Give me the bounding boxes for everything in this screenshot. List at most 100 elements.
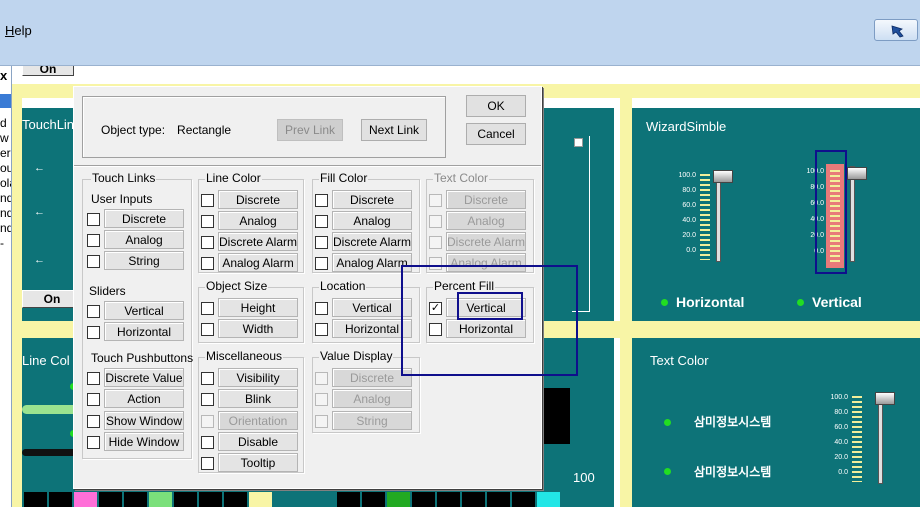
analog-input-checkbox[interactable] xyxy=(87,234,100,247)
disable-button[interactable]: Disable xyxy=(218,432,298,451)
slider-vertical-button[interactable]: Vertical xyxy=(104,301,184,320)
palette-swatch[interactable] xyxy=(74,492,97,507)
fill-discrete-checkbox[interactable] xyxy=(315,194,328,207)
slider-thumb[interactable] xyxy=(847,167,867,180)
string-input-checkbox[interactable] xyxy=(87,255,100,268)
palette-swatch[interactable] xyxy=(412,492,435,507)
left-item[interactable]: - xyxy=(0,236,11,251)
value-discrete-checkbox xyxy=(315,372,328,385)
menu-help[interactable]: Help xyxy=(5,23,32,38)
palette-swatch[interactable] xyxy=(537,492,560,507)
slider-ticks xyxy=(852,396,862,482)
fill-analog-alarm-checkbox[interactable] xyxy=(315,257,328,270)
palette-swatch[interactable] xyxy=(149,492,172,507)
line-analog-checkbox[interactable] xyxy=(201,215,214,228)
close-icon[interactable]: x xyxy=(0,68,7,83)
palette-swatch[interactable] xyxy=(174,492,197,507)
left-item[interactable]: d xyxy=(0,116,11,131)
blink-button[interactable]: Blink xyxy=(218,389,298,408)
line-analog-alarm-checkbox[interactable] xyxy=(201,257,214,270)
prev-link-button[interactable]: Prev Link xyxy=(277,119,343,141)
analog-input-button[interactable]: Analog xyxy=(104,230,184,249)
value-string-button: String xyxy=(332,411,412,430)
width-checkbox[interactable] xyxy=(201,323,214,336)
fill-analog-alarm-button[interactable]: Analog Alarm xyxy=(332,253,412,272)
text-analog-button: Analog xyxy=(446,211,526,230)
fill-discrete-alarm-button[interactable]: Discrete Alarm xyxy=(332,232,412,251)
string-input-button[interactable]: String xyxy=(104,251,184,270)
on-button-top[interactable]: On xyxy=(22,66,74,76)
palette-swatch[interactable] xyxy=(249,492,272,507)
line-discrete-button[interactable]: Discrete xyxy=(218,190,298,209)
slider-horizontal-checkbox[interactable] xyxy=(87,326,100,339)
slider-horizontal-button[interactable]: Horizontal xyxy=(104,322,184,341)
location-horizontal-checkbox[interactable] xyxy=(315,323,328,336)
discrete-input-checkbox[interactable] xyxy=(87,213,100,226)
discrete-value-button[interactable]: Discrete Value xyxy=(104,368,184,387)
highlight-box-vertical-slider xyxy=(815,150,847,274)
location-horizontal-button[interactable]: Horizontal xyxy=(332,319,412,338)
show-window-button[interactable]: Show Window xyxy=(104,411,184,430)
color-palette-left xyxy=(24,492,272,507)
tooltip-checkbox[interactable] xyxy=(201,457,214,470)
blink-checkbox[interactable] xyxy=(201,393,214,406)
fill-analog-button[interactable]: Analog xyxy=(332,211,412,230)
left-item[interactable]: er xyxy=(0,146,11,161)
palette-swatch[interactable] xyxy=(224,492,247,507)
palette-swatch[interactable] xyxy=(199,492,222,507)
fill-discrete-alarm-checkbox[interactable] xyxy=(315,236,328,249)
orientation-checkbox xyxy=(201,415,214,428)
palette-swatch[interactable] xyxy=(124,492,147,507)
palette-swatch[interactable] xyxy=(99,492,122,507)
action-button[interactable]: Action xyxy=(104,389,184,408)
height-checkbox[interactable] xyxy=(201,302,214,315)
visibility-checkbox[interactable] xyxy=(201,372,214,385)
slider-thumb[interactable] xyxy=(713,170,733,183)
palette-swatch[interactable] xyxy=(487,492,510,507)
ok-button[interactable]: OK xyxy=(466,95,526,117)
left-item[interactable]: w xyxy=(0,131,11,146)
left-item[interactable]: ola xyxy=(0,176,11,191)
text-color-slider-widget[interactable]: 100.0 80.0 60.0 40.0 20.0 0.0 xyxy=(822,388,902,488)
selected-item[interactable] xyxy=(0,94,11,108)
width-button[interactable]: Width xyxy=(218,319,298,338)
tooltip-button[interactable]: Tooltip xyxy=(218,453,298,472)
fill-analog-checkbox[interactable] xyxy=(315,215,328,228)
line-analog-button[interactable]: Analog xyxy=(218,211,298,230)
left-item[interactable]: nd xyxy=(0,221,11,236)
palette-swatch[interactable] xyxy=(437,492,460,507)
hide-window-button[interactable]: Hide Window xyxy=(104,432,184,451)
show-window-checkbox[interactable] xyxy=(87,415,100,428)
palette-swatch[interactable] xyxy=(49,492,72,507)
palette-swatch[interactable] xyxy=(362,492,385,507)
hide-window-checkbox[interactable] xyxy=(87,436,100,449)
palette-swatch[interactable] xyxy=(462,492,485,507)
discrete-value-checkbox[interactable] xyxy=(87,372,100,385)
location-vertical-button[interactable]: Vertical xyxy=(332,298,412,317)
palette-swatch[interactable] xyxy=(337,492,360,507)
next-link-button[interactable]: Next Link xyxy=(361,119,427,141)
help-pointer-button[interactable] xyxy=(874,19,918,41)
visibility-button[interactable]: Visibility xyxy=(218,368,298,387)
palette-swatch[interactable] xyxy=(387,492,410,507)
line-discrete-checkbox[interactable] xyxy=(201,194,214,207)
height-button[interactable]: Height xyxy=(218,298,298,317)
line-discrete-alarm-button[interactable]: Discrete Alarm xyxy=(218,232,298,251)
horizontal-slider-widget[interactable]: 100.0 80.0 60.0 40.0 20.0 0.0 xyxy=(668,166,748,266)
left-item[interactable]: nd xyxy=(0,206,11,221)
slider-vertical-checkbox[interactable] xyxy=(87,305,100,318)
location-vertical-checkbox[interactable] xyxy=(315,302,328,315)
cancel-button[interactable]: Cancel xyxy=(466,123,526,145)
palette-swatch[interactable] xyxy=(24,492,47,507)
palette-swatch[interactable] xyxy=(512,492,535,507)
slider-thumb[interactable] xyxy=(875,392,895,405)
disable-checkbox[interactable] xyxy=(201,436,214,449)
left-item[interactable]: nd xyxy=(0,191,11,206)
discrete-input-button[interactable]: Discrete xyxy=(104,209,184,228)
line-analog-alarm-button[interactable]: Analog Alarm xyxy=(218,253,298,272)
fill-discrete-button[interactable]: Discrete xyxy=(332,190,412,209)
line-discrete-alarm-checkbox[interactable] xyxy=(201,236,214,249)
action-checkbox[interactable] xyxy=(87,393,100,406)
left-item[interactable]: ou xyxy=(0,161,11,176)
vertical-legend: Vertical xyxy=(812,294,862,310)
